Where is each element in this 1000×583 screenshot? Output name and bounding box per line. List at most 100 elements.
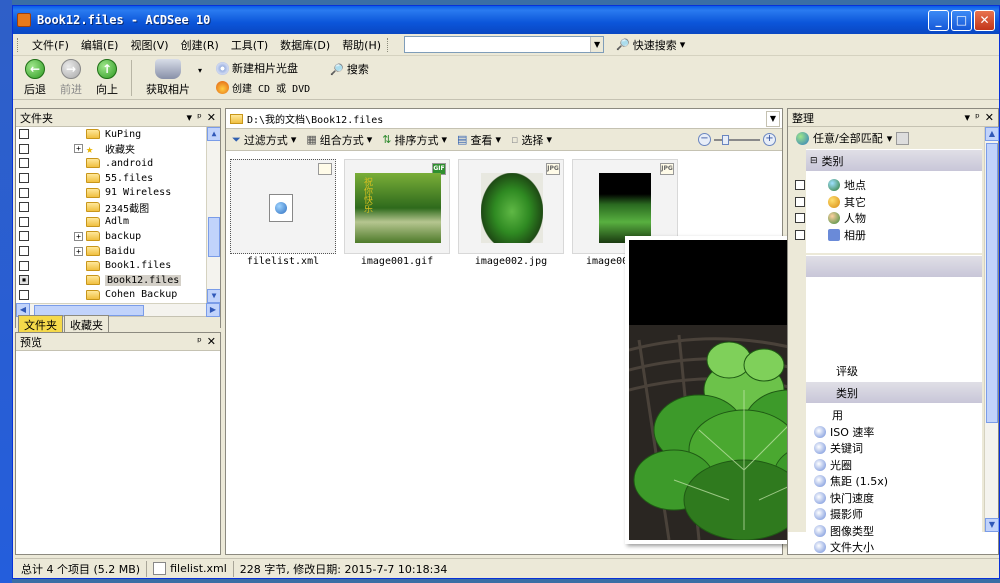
acquire-dropdown-icon[interactable]: ▾ [198,66,202,75]
zoom-track[interactable] [714,134,760,145]
expand-icon[interactable]: + [74,246,83,256]
pin-icon[interactable]: ᵖ [197,335,202,348]
menu-database[interactable]: 数据库(D) [274,37,336,53]
special-item[interactable]: 焦距 (1.5x) [806,473,982,490]
menu-file[interactable]: 文件(F) [26,37,75,53]
acquire-button[interactable]: 获取相片 [138,58,198,97]
rating-item[interactable]: 评级 [836,363,858,380]
pin-icon[interactable]: ᵖ [975,111,980,124]
category-item-places[interactable]: 地点 [795,177,982,194]
scroll-up-icon[interactable]: ▲ [207,127,220,141]
thumbnail-image002[interactable]: JPG [458,159,564,254]
special-item[interactable]: 关键词 [806,440,982,457]
expand-icon[interactable]: + [74,231,83,241]
zoom-slider[interactable]: − + [698,133,776,146]
menu-grip[interactable] [17,37,20,52]
scroll-right-icon[interactable]: ▶ [206,303,220,317]
folder-checkbox[interactable] [19,129,29,140]
radio-icon[interactable] [814,475,826,488]
category-item-albums[interactable]: 相册 [795,227,982,244]
ratings-section-header[interactable] [806,255,982,277]
category-checkbox[interactable] [795,229,805,240]
zoom-out-icon[interactable]: − [698,133,711,146]
category-item-people[interactable]: 人物 [795,210,982,227]
quick-search-button[interactable]: 🔎 快速搜索 ▾ [616,37,685,53]
menu-help[interactable]: 帮助(H) [336,37,387,53]
tree-item[interactable]: 55.files [16,171,220,186]
tree-item[interactable]: Book1.files [16,258,220,273]
tree-item[interactable]: 2345截图 [16,200,220,215]
menu-edit[interactable]: 编辑(E) [75,37,125,53]
tree-item[interactable]: 91 Wireless [16,185,220,200]
radio-icon[interactable] [814,508,826,521]
close-pane-icon[interactable]: ✕ [207,111,216,124]
scroll-up-icon[interactable]: ▲ [985,127,999,141]
close-button[interactable]: ✕ [974,9,995,31]
tree-item[interactable]: + ★ 收藏夹 [16,142,220,156]
forward-button[interactable]: → 前进 [53,58,89,97]
scroll-down-icon[interactable]: ▼ [207,289,220,303]
combo-dropdown-icon[interactable]: ▼ [590,37,604,52]
tree-item[interactable]: .android [16,156,220,171]
clipboard-icon[interactable] [896,131,910,145]
category-checkbox[interactable] [795,180,805,191]
h-scroll-thumb[interactable] [34,304,144,316]
scroll-down-icon[interactable]: ▼ [985,518,999,532]
special-item[interactable]: 文件大小 [806,539,982,556]
filter-button[interactable]: ⏷ 过滤方式 ▾ [232,132,296,148]
pane-menu-icon[interactable]: ▾ [965,111,971,124]
title-bar[interactable]: Book12.files - ACDSee 10 _ □ ✕ [13,6,999,34]
zoom-in-icon[interactable]: + [763,133,776,146]
tree-item[interactable]: + Baidu [16,244,220,259]
new-album-button[interactable]: 新建相片光盘 [216,60,310,76]
group-button[interactable]: ▦ 组合方式 ▾ [306,132,372,148]
expand-icon[interactable]: + [74,144,83,154]
folder-checkbox[interactable] [19,202,29,213]
category-checkbox[interactable] [795,213,805,224]
organize-vertical-scrollbar[interactable]: ▲ ▼ [984,127,999,532]
folder-checkbox[interactable] [19,289,29,300]
category-item-other[interactable]: 其它 [795,194,982,211]
scroll-thumb[interactable] [208,217,220,257]
menu-tools[interactable]: 工具(T) [225,37,274,53]
tree-item[interactable]: KuPing [16,127,220,142]
up-button[interactable]: ↑ 向上 [89,58,125,97]
folder-checkbox[interactable] [19,260,29,271]
menu-grip-2[interactable] [387,37,390,52]
folder-checkbox[interactable] [19,187,29,198]
view-button[interactable]: ▤ 查看 ▾ [457,132,501,148]
select-button[interactable]: ▫ 选择 ▾ [511,132,552,148]
tree-item[interactable]: Cohen Backup [16,288,220,303]
thumbnail-image001[interactable]: GIF 祝你快乐 [344,159,450,254]
categories-section-header[interactable]: ⊟ 类别 [806,149,982,171]
menu-create[interactable]: 创建(R) [175,37,225,53]
folder-checkbox[interactable] [19,173,29,184]
tree-item[interactable]: + backup [16,229,220,244]
tree-item[interactable]: Adlm [16,215,220,230]
folder-checkbox[interactable] [19,246,29,257]
pin-icon[interactable]: ᵖ [197,111,202,124]
path-bar[interactable]: D:\我的文档\Book12.files ▼ [226,109,782,129]
search-button[interactable]: 🔎 搜索 [330,61,369,77]
special-item[interactable]: 光圈 [806,457,982,474]
menu-view[interactable]: 视图(V) [124,37,174,53]
folder-checkbox[interactable] [19,158,29,169]
special-item[interactable]: 快门速度 [806,490,982,507]
tree-vertical-scrollbar[interactable]: ▲ ▼ [206,127,220,303]
match-mode-button[interactable]: 任意/全部匹配 ▾ [788,127,998,149]
radio-icon[interactable] [814,491,826,504]
radio-icon[interactable] [814,425,826,438]
tree-item[interactable]: ▪ Book12.files [16,273,220,288]
maximize-button[interactable]: □ [951,9,972,31]
radio-icon[interactable] [814,458,826,471]
folder-checkbox[interactable] [19,231,29,242]
minimize-button[interactable]: _ [928,9,949,31]
folder-checkbox[interactable]: ▪ [19,275,29,286]
close-pane-icon[interactable]: ✕ [985,111,994,124]
zoom-thumb[interactable] [722,134,729,145]
create-cd-button[interactable]: 创建 CD 或 DVD [216,80,310,95]
special-items-section-header[interactable]: 类别 [806,381,982,403]
special-item[interactable]: 摄影师 [806,506,982,523]
back-button[interactable]: ← 后退 [17,58,53,97]
radio-icon[interactable] [814,541,826,554]
